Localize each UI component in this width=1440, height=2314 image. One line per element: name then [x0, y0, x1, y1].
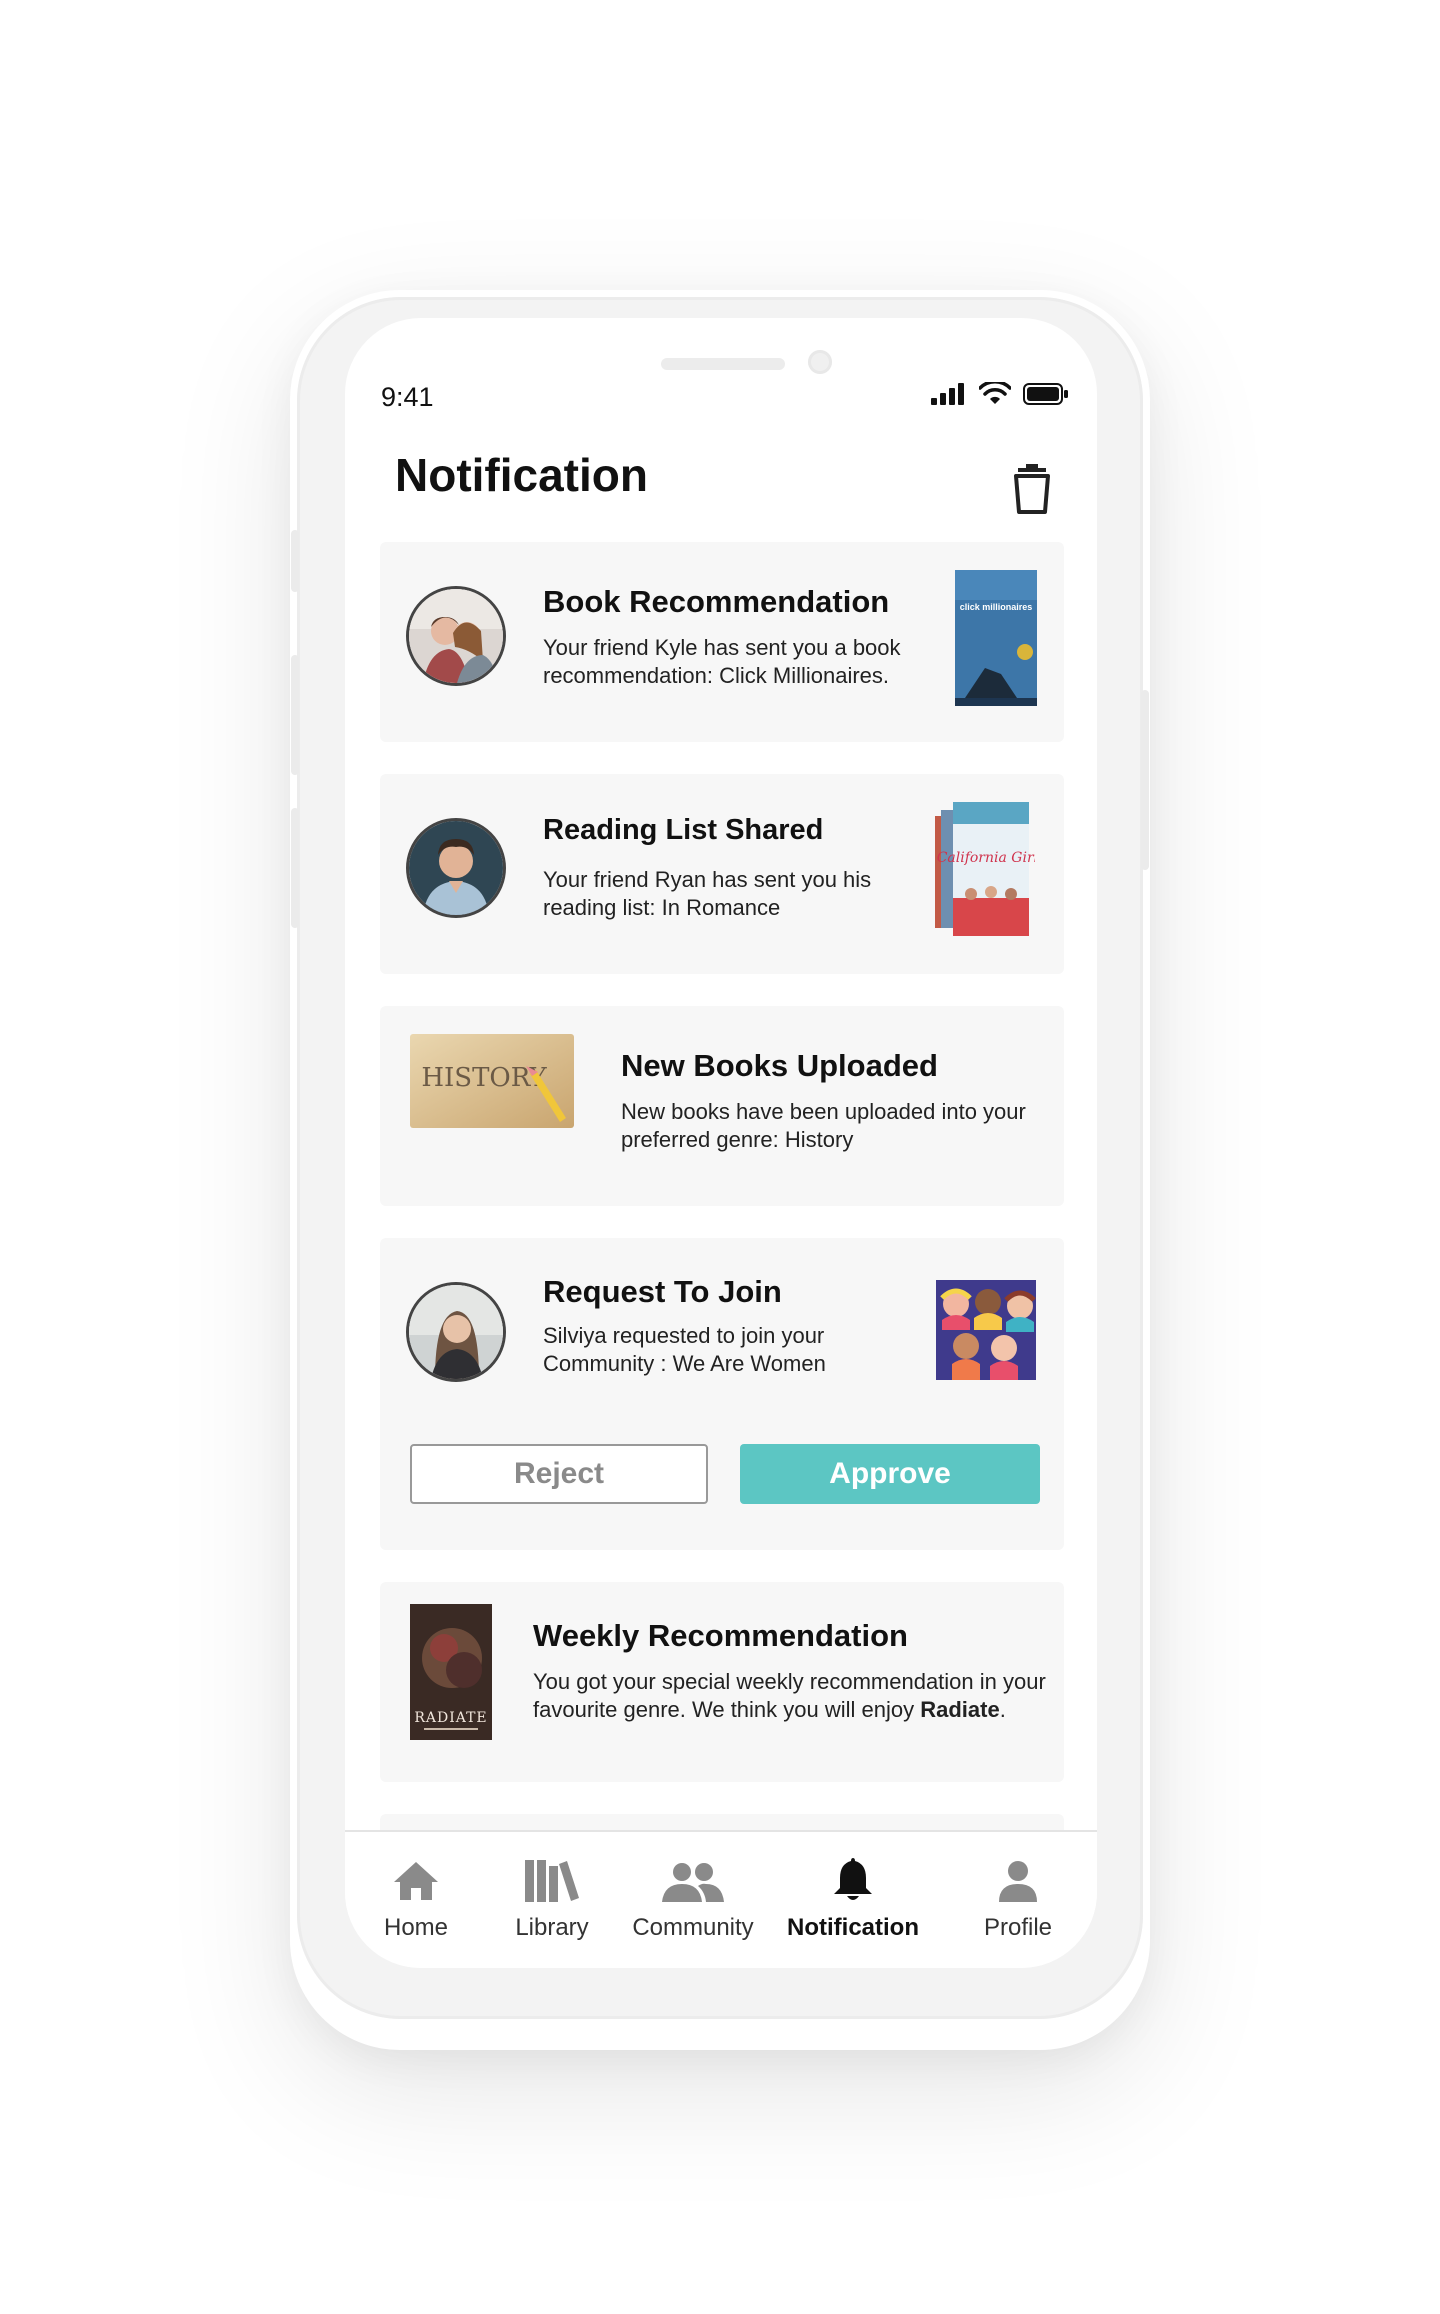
notification-card-book-recommendation[interactable]: Book Recommendation Your friend Kyle has… — [380, 542, 1064, 742]
notification-text: Silviya requested to join your Community… — [543, 1323, 826, 1376]
tab-notification[interactable]: Notification — [773, 1854, 933, 1942]
home-icon — [394, 1862, 438, 1900]
reject-button[interactable]: Reject — [410, 1444, 708, 1504]
community-we-are-women-image — [936, 1280, 1036, 1380]
notification-text: Your friend Ryan has sent you his readin… — [543, 867, 872, 920]
notification-text: You got your special weekly recommendati… — [533, 1668, 1053, 1724]
notification-card-new-books[interactable]: HISTORY New Books Uploaded New books hav… — [380, 1006, 1064, 1206]
notification-text: Your friend Kyle has sent you a book rec… — [543, 635, 901, 688]
notification-title: Request To Join — [543, 1274, 782, 1309]
tab-label: Notification — [787, 1914, 919, 1941]
tab-library[interactable]: Library — [487, 1854, 617, 1942]
battery-icon — [1023, 383, 1068, 405]
signal-icon — [931, 383, 964, 405]
book-title-radiate: Radiate — [920, 1697, 1000, 1722]
book-cover-text: California Girls — [937, 850, 1035, 866]
avatar-silviya — [406, 1282, 506, 1382]
phone-power-button — [1141, 690, 1149, 870]
notification-title: Reading List Shared — [543, 814, 824, 846]
tab-community[interactable]: Community — [623, 1854, 763, 1942]
avatar-ryan — [406, 818, 506, 918]
bell-icon — [834, 1858, 872, 1900]
status-time: 9:41 — [381, 382, 434, 412]
status-icons — [931, 382, 1069, 406]
approve-button[interactable]: Approve — [740, 1444, 1040, 1504]
tab-label: Library — [515, 1914, 589, 1941]
notification-card-reading-list[interactable]: Reading List Shared Your friend Ryan has… — [380, 774, 1064, 974]
notification-card-request-to-join[interactable]: Request To Join Silviya requested to joi… — [380, 1238, 1064, 1550]
book-stack-california-girls: California Girls — [935, 802, 1035, 936]
weekly-text-end: . — [999, 1697, 1006, 1722]
tab-home[interactable]: Home — [351, 1854, 481, 1942]
community-icon — [662, 1863, 724, 1902]
book-cover-radiate: RADIATE — [410, 1604, 492, 1740]
speaker-grille — [661, 358, 785, 370]
tab-label: Profile — [983, 1914, 1053, 1941]
book-cover-text: RADIATE — [414, 1710, 487, 1726]
trash-icon[interactable] — [1010, 464, 1054, 514]
wifi-icon — [979, 382, 1011, 404]
book-cover-text: click millionaires — [960, 602, 1033, 612]
library-icon — [525, 1860, 579, 1902]
phone-volume-down — [291, 808, 299, 928]
bottom-tab-bar: Home Library Community Notification Prof… — [345, 1830, 1097, 1968]
notification-card-weekly-recommendation[interactable]: RADIATE Weekly Recommendation You got yo… — [380, 1582, 1064, 1782]
notification-title: New Books Uploaded — [621, 1048, 938, 1083]
tab-label: Community — [632, 1914, 754, 1941]
notification-title: Book Recommendation — [543, 584, 890, 619]
phone-screen: 9:41 Notification Book Recommendation Yo… — [345, 318, 1097, 1968]
avatar-kyle — [406, 586, 506, 686]
book-cover-click-millionaires: click millionaires — [955, 570, 1037, 706]
phone-mute-switch — [291, 530, 299, 592]
notification-text: New books have been uploaded into your p… — [621, 1099, 1026, 1152]
notification-title: Weekly Recommendation — [533, 1618, 908, 1653]
tab-profile[interactable]: Profile — [953, 1854, 1083, 1942]
profile-icon — [999, 1861, 1037, 1902]
front-camera — [808, 350, 832, 374]
phone-volume-up — [291, 655, 299, 775]
tab-label: Home — [383, 1914, 449, 1941]
page-title: Notification — [395, 449, 648, 501]
history-genre-image: HISTORY — [410, 1034, 574, 1128]
